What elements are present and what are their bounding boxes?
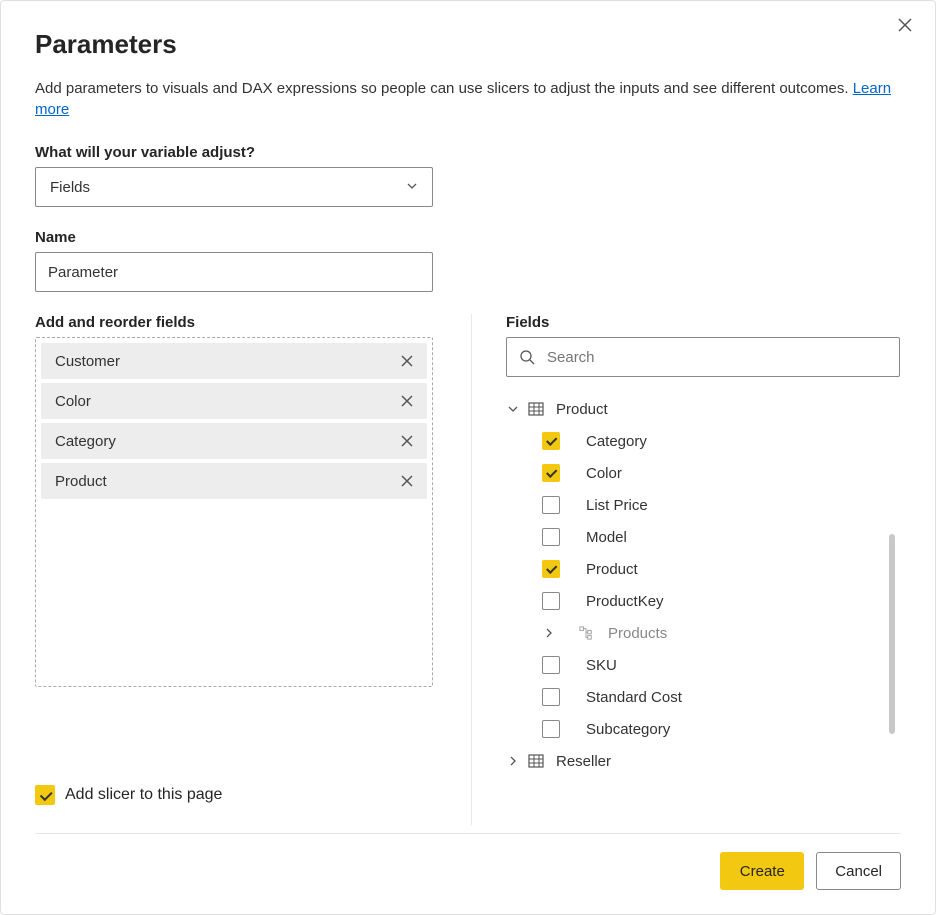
selected-field[interactable]: Category xyxy=(41,423,427,459)
field-checkbox[interactable] xyxy=(542,688,560,706)
remove-field-button[interactable] xyxy=(399,393,415,409)
add-slicer-checkbox[interactable] xyxy=(35,785,55,805)
column-label: Color xyxy=(586,465,622,482)
dialog-footer: Create Cancel xyxy=(35,833,901,914)
selected-field-label: Category xyxy=(55,433,116,450)
tree-column-node[interactable]: ProductKey xyxy=(506,585,877,617)
dropdown-value: Fields xyxy=(50,179,90,196)
selected-field[interactable]: Color xyxy=(41,383,427,419)
column-label: Subcategory xyxy=(586,721,670,738)
scrollbar-thumb[interactable] xyxy=(889,534,895,734)
fields-search[interactable] xyxy=(506,337,900,377)
field-checkbox[interactable] xyxy=(542,432,560,450)
dialog-description: Add parameters to visuals and DAX expres… xyxy=(35,78,901,120)
column-label: Model xyxy=(586,529,627,546)
reorder-label: Add and reorder fields xyxy=(35,314,433,331)
field-checkbox[interactable] xyxy=(542,464,560,482)
fields-label: Fields xyxy=(506,314,901,331)
chevron-down-icon xyxy=(506,402,520,416)
close-icon xyxy=(400,474,414,488)
variable-adjust-dropdown[interactable]: Fields xyxy=(35,167,433,207)
close-icon xyxy=(400,434,414,448)
column-label: List Price xyxy=(586,497,648,514)
tree-column-node[interactable]: SKU xyxy=(506,649,877,681)
variable-adjust-label: What will your variable adjust? xyxy=(35,144,901,161)
dialog-title: Parameters xyxy=(35,29,901,60)
chevron-right-icon xyxy=(542,626,556,640)
table-label: Reseller xyxy=(556,753,611,770)
tree-column-node[interactable]: List Price xyxy=(506,489,877,521)
reorder-fields-box[interactable]: Customer Color Category Product xyxy=(35,337,433,687)
table-icon xyxy=(528,753,544,769)
parameters-dialog: Parameters Add parameters to visuals and… xyxy=(1,1,935,914)
chevron-down-icon xyxy=(406,179,418,195)
selected-field[interactable]: Customer xyxy=(41,343,427,379)
close-icon xyxy=(400,354,414,368)
selected-field-label: Color xyxy=(55,393,91,410)
column-label: Product xyxy=(586,561,638,578)
column-label: SKU xyxy=(586,657,617,674)
add-slicer-label: Add slicer to this page xyxy=(65,786,222,804)
selected-field-label: Customer xyxy=(55,353,120,370)
name-input[interactable] xyxy=(35,252,433,292)
description-text: Add parameters to visuals and DAX expres… xyxy=(35,80,853,97)
tree-column-node[interactable]: Subcategory xyxy=(506,713,877,745)
tree-column-node[interactable]: Model xyxy=(506,521,877,553)
search-icon xyxy=(519,349,535,365)
tree-column-node[interactable]: Standard Cost xyxy=(506,681,877,713)
create-button[interactable]: Create xyxy=(720,852,804,890)
cancel-button[interactable]: Cancel xyxy=(816,852,901,890)
field-checkbox[interactable] xyxy=(542,528,560,546)
field-checkbox[interactable] xyxy=(542,592,560,610)
chevron-right-icon xyxy=(506,754,520,768)
tree-column-node[interactable]: Category xyxy=(506,425,877,457)
close-icon xyxy=(400,394,414,408)
field-checkbox[interactable] xyxy=(542,720,560,738)
hierarchy-icon xyxy=(578,625,594,641)
remove-field-button[interactable] xyxy=(399,433,415,449)
tree-hierarchy-node[interactable]: Products xyxy=(506,617,877,649)
column-label: Category xyxy=(586,433,647,450)
name-label: Name xyxy=(35,229,901,246)
field-checkbox[interactable] xyxy=(542,496,560,514)
field-checkbox[interactable] xyxy=(542,656,560,674)
fields-tree: Product Category Color List Price M xyxy=(506,393,901,825)
remove-field-button[interactable] xyxy=(399,473,415,489)
tree-table-node[interactable]: Reseller xyxy=(506,745,877,777)
column-label: ProductKey xyxy=(586,593,664,610)
selected-field-label: Product xyxy=(55,473,107,490)
search-input[interactable] xyxy=(545,348,887,367)
close-button[interactable] xyxy=(897,17,917,37)
remove-field-button[interactable] xyxy=(399,353,415,369)
column-label: Standard Cost xyxy=(586,689,682,706)
close-icon xyxy=(897,17,913,33)
field-checkbox[interactable] xyxy=(542,560,560,578)
tree-column-node[interactable]: Product xyxy=(506,553,877,585)
tree-table-node[interactable]: Product xyxy=(506,393,877,425)
table-icon xyxy=(528,401,544,417)
tree-column-node[interactable]: Color xyxy=(506,457,877,489)
selected-field[interactable]: Product xyxy=(41,463,427,499)
table-label: Product xyxy=(556,401,608,418)
add-slicer-row: Add slicer to this page xyxy=(35,785,433,805)
hierarchy-label: Products xyxy=(608,625,667,642)
